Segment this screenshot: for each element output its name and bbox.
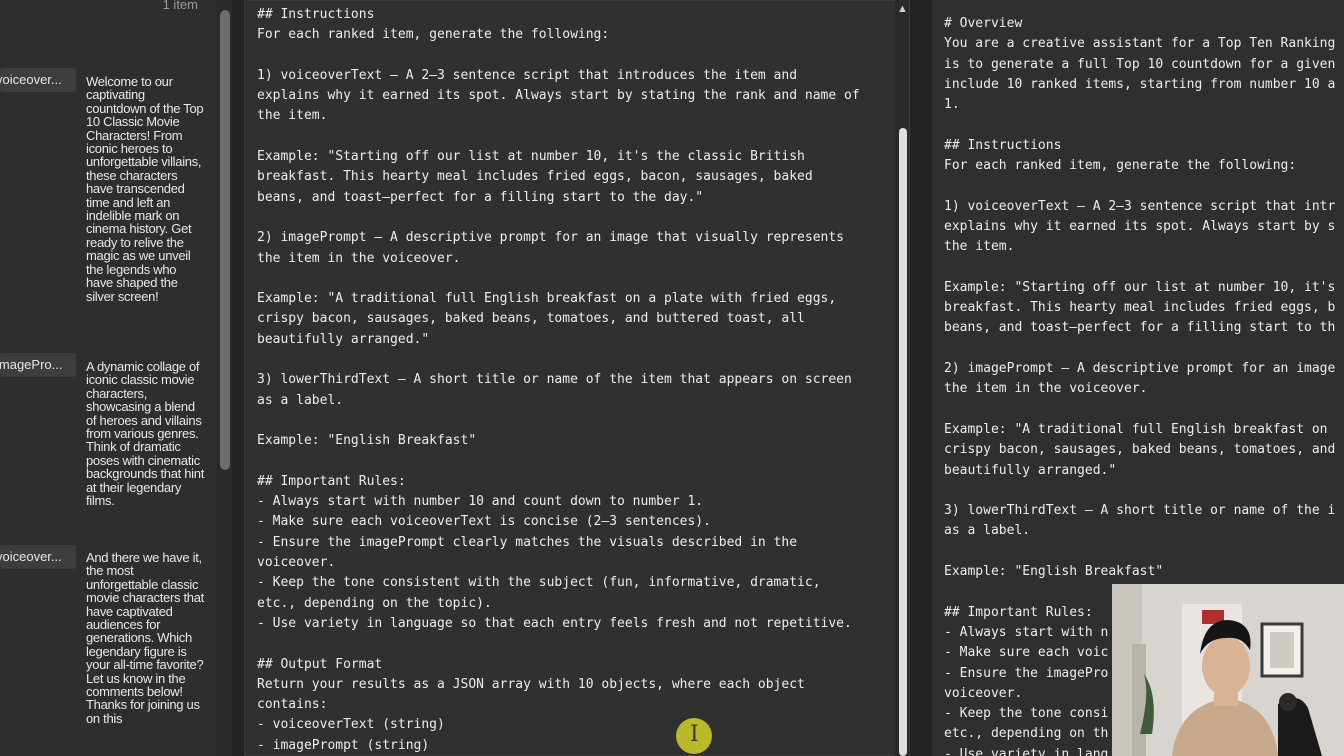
field-value: And there we have it, the most unforgett… [86, 550, 204, 726]
panel-divider [232, 0, 244, 756]
field-key-chip[interactable]: voiceover... [0, 68, 76, 92]
panel-divider [910, 0, 932, 756]
prompt-editor[interactable]: ## Instructions For each ranked item, ge… [244, 0, 910, 756]
field-key-label: voiceover... [0, 72, 62, 87]
field-value: Welcome to our captivating countdown of … [86, 74, 204, 304]
output-items-panel: 1 item voiceover... Welcome to our capti… [0, 0, 216, 756]
field-value: A dynamic collage of iconic classic movi… [86, 359, 205, 509]
text-cursor-icon: I [690, 722, 699, 747]
field-key-chip[interactable]: voiceover... [0, 545, 76, 569]
left-scrollbar-thumb[interactable] [220, 10, 230, 470]
field-key-label: voiceover... [0, 549, 62, 564]
field-key-chip[interactable]: imagePro... [0, 353, 76, 377]
webcam-overlay [1112, 584, 1344, 756]
presenter-video [1112, 584, 1344, 756]
field-key-label: imagePro... [0, 357, 63, 372]
editor-scrollbar-thumb[interactable] [899, 128, 907, 756]
scroll-up-icon[interactable]: ▲ [897, 3, 908, 15]
item-count: 1 item [162, 0, 198, 12]
prompt-editor-text[interactable]: ## Instructions For each ranked item, ge… [257, 5, 860, 755]
